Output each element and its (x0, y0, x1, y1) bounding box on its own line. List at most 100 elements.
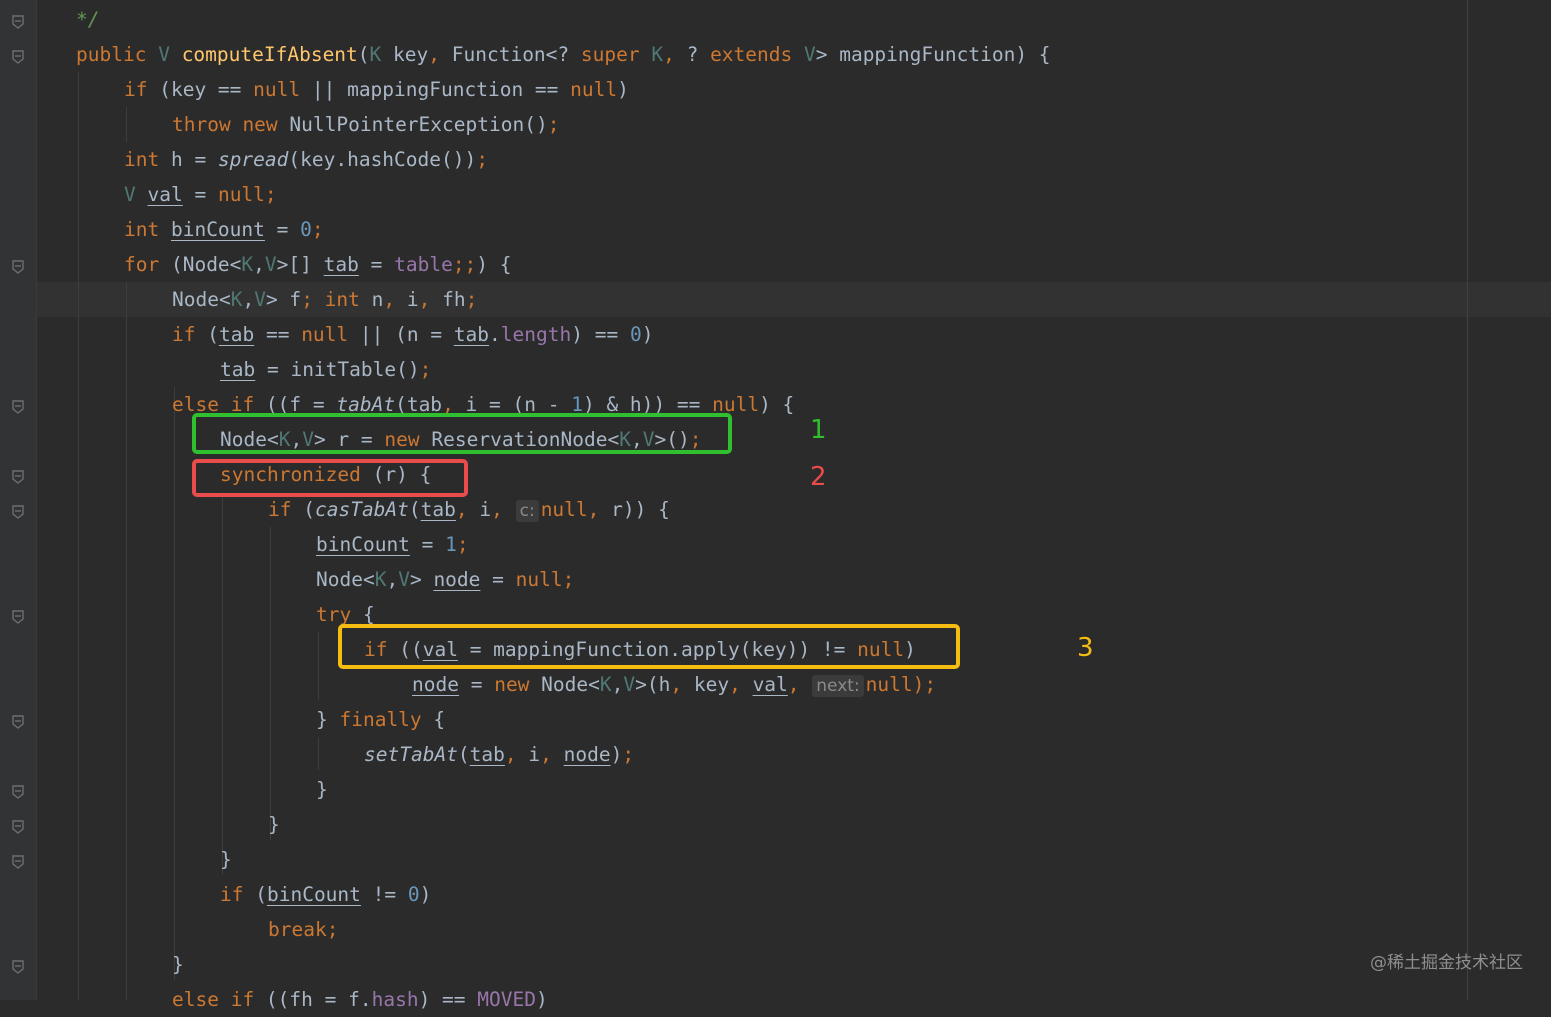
fold-toggle-icon[interactable] (10, 257, 26, 274)
code-token: int (124, 218, 171, 241)
fold-toggle-icon[interactable] (10, 397, 26, 414)
line-01[interactable]: */ (76, 2, 99, 37)
indent-guide (126, 107, 127, 142)
code-token: int (124, 148, 171, 171)
code-token: binCount (170, 218, 265, 241)
fold-toggle-icon[interactable] (10, 607, 26, 624)
line-09[interactable]: Node<K,V> f; int n, i, fh; (172, 282, 477, 317)
code-token: ; (622, 743, 635, 766)
line-20[interactable]: node = new Node<K,V>(h, key, val, next: n… (412, 667, 936, 702)
line-17[interactable]: Node<K,V> node = null; (316, 562, 574, 597)
code-token: K (241, 253, 254, 276)
code-token: super (580, 43, 652, 66)
fold-toggle-icon[interactable] (10, 12, 26, 29)
line-15[interactable]: if (casTabAt(tab, i, c: null, r)) { (268, 492, 670, 527)
code-token: , (504, 743, 529, 766)
code-token: r)) { (611, 498, 670, 521)
code-editor[interactable]: */public V computeIfAbsent(K key, Functi… (0, 0, 1551, 1011)
editor-gutter (0, 0, 36, 1000)
fold-toggle-icon[interactable] (10, 817, 26, 834)
line-06[interactable]: V val = null; (124, 177, 277, 212)
code-token: try (316, 603, 363, 626)
line-04[interactable]: throw new NullPointerException(); (172, 107, 559, 142)
code-token: K (651, 43, 664, 66)
line-03[interactable]: if (key == null || mappingFunction == nu… (124, 72, 629, 107)
code-token: , (670, 673, 694, 696)
code-token: ) (610, 743, 623, 766)
code-token: ( (457, 743, 470, 766)
code-token: Node< (316, 568, 375, 591)
line-02[interactable]: public V computeIfAbsent(K key, Function… (76, 37, 1051, 72)
code-token: 0 (300, 218, 312, 241)
code-token: node (412, 673, 459, 696)
code-token: = initTable() (255, 358, 420, 381)
code-token: node (563, 743, 611, 766)
code-token: (key == (159, 78, 254, 101)
line-21[interactable]: } finally { (316, 702, 445, 737)
code-token: NullPointerException() (289, 113, 548, 136)
code-token: Node< (541, 673, 600, 696)
code-token: ; (547, 113, 560, 136)
code-token: null (570, 78, 618, 101)
line-07[interactable]: int binCount = 0; (124, 212, 324, 247)
annotation-label-2: 2 (810, 462, 827, 492)
code-token: { (362, 603, 375, 626)
code-token: fh (442, 288, 466, 311)
fold-toggle-icon[interactable] (10, 47, 26, 64)
indent-guide (270, 527, 271, 840)
code-token: h = (170, 148, 218, 171)
fold-toggle-icon[interactable] (10, 782, 26, 799)
code-token: , (253, 253, 265, 276)
code-token: , (729, 673, 753, 696)
code-token: ) (617, 78, 629, 101)
line-27[interactable]: break; (268, 912, 338, 947)
line-10[interactable]: if (tab == null || (n = tab.length) == 0… (172, 317, 653, 352)
code-token: Node< (172, 288, 231, 311)
code-token: { (433, 708, 446, 731)
fold-toggle-icon[interactable] (10, 712, 26, 729)
line-22[interactable]: setTabAt(tab, i, node); (364, 737, 634, 772)
code-token: V (398, 568, 410, 591)
line-11[interactable]: tab = initTable(); (220, 352, 431, 387)
line-28[interactable]: } (172, 947, 184, 982)
code-token: ;; (452, 253, 477, 276)
fold-toggle-icon[interactable] (10, 957, 26, 974)
code-token: ( (255, 883, 267, 906)
code-token: public (76, 43, 159, 66)
fold-toggle-icon[interactable] (10, 852, 26, 869)
line-05[interactable]: int h = spread(key.hashCode()); (124, 142, 488, 177)
line-25[interactable]: } (220, 842, 232, 877)
code-token: V (623, 673, 636, 696)
code-token: ); (912, 673, 937, 696)
code-token: != (360, 883, 408, 906)
fold-toggle-icon[interactable] (10, 502, 26, 519)
fold-toggle-icon[interactable] (10, 467, 26, 484)
code-token: , (663, 43, 687, 66)
annotation-box-1 (192, 413, 732, 454)
code-token: */ (76, 8, 100, 31)
code-token: , (455, 498, 480, 521)
code-token: ) { (476, 253, 512, 276)
line-08[interactable]: for (Node<K,V>[] tab = table;;) { (124, 247, 512, 282)
code-token: } (316, 708, 340, 731)
annotation-label-1: 1 (810, 415, 827, 445)
line-16[interactable]: binCount = 1; (316, 527, 469, 562)
code-token: ( (357, 43, 370, 66)
code-token: tab (218, 323, 255, 346)
code-token: = (182, 183, 218, 206)
code-token: 0 (629, 323, 642, 346)
line-23[interactable]: } (316, 772, 328, 807)
code-token: node (433, 568, 481, 591)
code-token: ) (641, 323, 654, 346)
indent-guide (222, 492, 223, 875)
line-24[interactable]: } (268, 807, 280, 842)
code-token: i (406, 288, 419, 311)
code-token: casTabAt (314, 498, 409, 521)
line-26[interactable]: if (binCount != 0) (220, 877, 431, 912)
indent-guide (318, 737, 319, 770)
code-token: == (254, 323, 302, 346)
code-token: , (428, 43, 452, 66)
code-token: setTabAt (364, 743, 458, 766)
code-token: V (254, 288, 266, 311)
code-token: > f (265, 288, 302, 311)
